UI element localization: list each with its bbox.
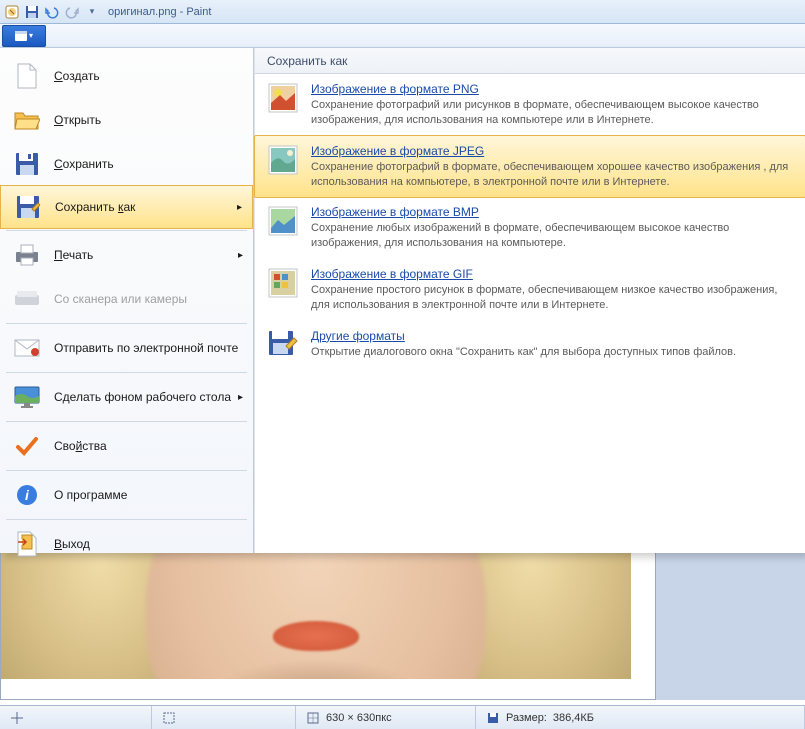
submenu-arrow-icon: ▸ [238,250,243,261]
menu-save[interactable]: Сохранить [0,142,253,186]
status-cursor [0,706,152,729]
menu-print[interactable]: Печать ▸ [0,233,253,277]
save-as-jpeg[interactable]: Изображение в формате JPEG Сохранение фо… [254,135,805,199]
status-dimensions: 630 × 630пкс [296,706,476,729]
chevron-down-icon: ▾ [29,31,33,40]
menu-email[interactable]: Отправить по электронной почте [0,326,253,370]
menu-label: Сделать фоном рабочего стола [54,390,231,404]
sub-title: Изображение в формате BMP [311,205,793,219]
menu-label: О программе [54,488,127,502]
menu-separator [6,421,247,422]
sub-desc: Открытие диалогового окна "Сохранить как… [311,345,793,360]
save-as-other[interactable]: Другие форматы Открытие диалогового окна… [255,321,805,369]
status-selection [152,706,296,729]
info-icon: i [14,482,40,508]
gif-image-icon [267,267,299,299]
menu-label: Сохранить [54,157,114,171]
menu-wallpaper[interactable]: Сделать фоном рабочего стола ▸ [0,375,253,419]
menu-about[interactable]: i О программе [0,473,253,517]
checkmark-icon [14,433,40,459]
bmp-image-icon [267,205,299,237]
quick-access-toolbar: ▾ [4,4,100,20]
save-floppy-icon [14,151,40,177]
menu-exit[interactable]: Выход [0,522,253,566]
menu-label: Свойства [54,439,107,453]
menu-new[interactable]: Создать [0,54,253,98]
desktop-icon [14,384,40,410]
redo-icon[interactable] [64,4,80,20]
save-as-gif[interactable]: Изображение в формате GIF Сохранение про… [255,259,805,321]
new-file-icon [14,63,40,89]
dimensions-value: 630 × 630пкс [326,712,392,724]
ribbon-tabs: ▾ [0,24,805,48]
menu-label: Открыть [54,113,101,127]
submenu-arrow-icon: ▸ [238,392,243,403]
filesize-icon [486,711,500,725]
file-menu-backstage: Создать Открыть Сохранить Сохранить как … [0,48,805,553]
title-bar: ▾ оригинал.png - Paint [0,0,805,24]
menu-properties[interactable]: Свойства [0,424,253,468]
status-filesize: Размер: 386,4КБ [476,706,805,729]
selection-size-icon [162,711,176,725]
menu-label: Печать [54,248,93,262]
sub-title: Изображение в формате GIF [311,267,793,281]
menu-label: Со сканера или камеры [54,292,187,306]
menu-separator [6,470,247,471]
exit-icon [14,531,40,557]
filesize-label: Размер: [506,712,547,724]
cursor-pos-icon [10,711,24,725]
menu-label: Создать [54,69,100,83]
submenu-arrow-icon: ▸ [237,202,242,213]
menu-save-as[interactable]: Сохранить как ▸ [0,185,253,229]
save-as-png[interactable]: Изображение в формате PNG Сохранение фот… [255,74,805,136]
envelope-icon [14,335,40,361]
sub-desc: Сохранение простого рисунок в формате, о… [311,283,793,313]
save-as-submenu: Сохранить как Изображение в формате PNG … [254,48,805,553]
sub-desc: Сохранение фотографий или рисунков в фор… [311,98,793,128]
menu-scanner: Со сканера или камеры [0,277,253,321]
menu-label: Выход [54,537,90,551]
status-bar: 630 × 630пкс Размер: 386,4КБ [0,705,805,729]
sub-desc: Сохранение фотографий в формате, обеспеч… [311,160,793,190]
save-as-bmp[interactable]: Изображение в формате BMP Сохранение люб… [255,197,805,259]
sub-title: Изображение в формате JPEG [311,144,793,158]
dimensions-icon [306,711,320,725]
menu-separator [6,519,247,520]
menu-open[interactable]: Открыть [0,98,253,142]
menu-label: Сохранить как [55,200,135,214]
qat-dropdown-icon[interactable]: ▾ [84,4,100,20]
filesize-value: 386,4КБ [553,712,594,724]
save-icon[interactable] [24,4,40,20]
sub-title: Изображение в формате PNG [311,82,793,96]
scanner-icon [14,286,40,312]
app-icon [4,4,20,20]
undo-icon[interactable] [44,4,60,20]
save-as-icon [15,194,41,220]
menu-label: Отправить по электронной почте [54,341,238,355]
jpeg-image-icon [267,144,299,176]
file-menu-left: Создать Открыть Сохранить Сохранить как … [0,48,254,553]
submenu-header: Сохранить как [255,48,805,74]
file-menu-button[interactable]: ▾ [2,25,46,47]
file-icon [15,31,27,41]
save-as-dialog-icon [267,329,299,361]
png-image-icon [267,82,299,114]
window-title: оригинал.png - Paint [108,6,211,18]
sub-desc: Сохранение любых изображений в формате, … [311,221,793,251]
menu-separator [6,323,247,324]
sub-title: Другие форматы [311,329,793,343]
menu-separator [6,230,247,231]
menu-separator [6,372,247,373]
printer-icon [14,242,40,268]
open-folder-icon [14,107,40,133]
